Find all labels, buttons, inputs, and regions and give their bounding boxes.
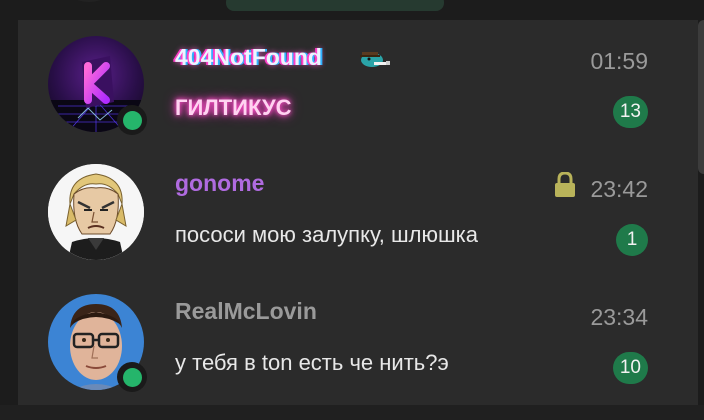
platypus-sticker-icon <box>360 52 390 67</box>
chat-list[interactable]: 404NotFound ГИЛТИКУС 01:59 13 gonome пос… <box>18 20 704 405</box>
unread-badge: 1 <box>616 224 648 256</box>
chat-name: 404NotFound <box>175 44 322 70</box>
top-edge <box>0 0 704 20</box>
online-indicator <box>117 362 147 392</box>
scrollbar-track[interactable] <box>696 20 704 420</box>
chat-name: RealMcLovin <box>175 298 317 324</box>
online-indicator <box>117 105 147 135</box>
chat-time: 23:42 <box>590 176 648 202</box>
chat-time: 23:34 <box>590 304 648 330</box>
chat-item-realmclovin[interactable]: RealMcLovin у тебя в ton есть че нить?э … <box>18 276 678 404</box>
chat-preview: ГИЛТИКУС <box>175 95 292 120</box>
unread-badge: 10 <box>612 352 648 384</box>
partial-avatar <box>74 0 104 2</box>
bottom-edge <box>0 405 704 420</box>
anime-character-avatar-icon <box>48 164 144 260</box>
scrollbar-thumb[interactable] <box>698 20 704 174</box>
chat-preview: у тебя в ton есть че нить?э <box>175 350 449 375</box>
chat-item-gonome[interactable]: gonome пососи мою залупку, шлюшка 23:42 … <box>18 148 678 276</box>
chat-name: gonome <box>175 170 265 196</box>
chat-item-404notfound[interactable]: 404NotFound ГИЛТИКУС 01:59 13 <box>18 20 678 148</box>
unread-badge: 13 <box>612 96 648 128</box>
chat-preview: пососи мою залупку, шлюшка <box>175 222 478 247</box>
avatar <box>48 164 144 260</box>
partial-element <box>226 0 444 11</box>
lock-icon <box>555 172 575 197</box>
chat-time: 01:59 <box>590 48 648 74</box>
